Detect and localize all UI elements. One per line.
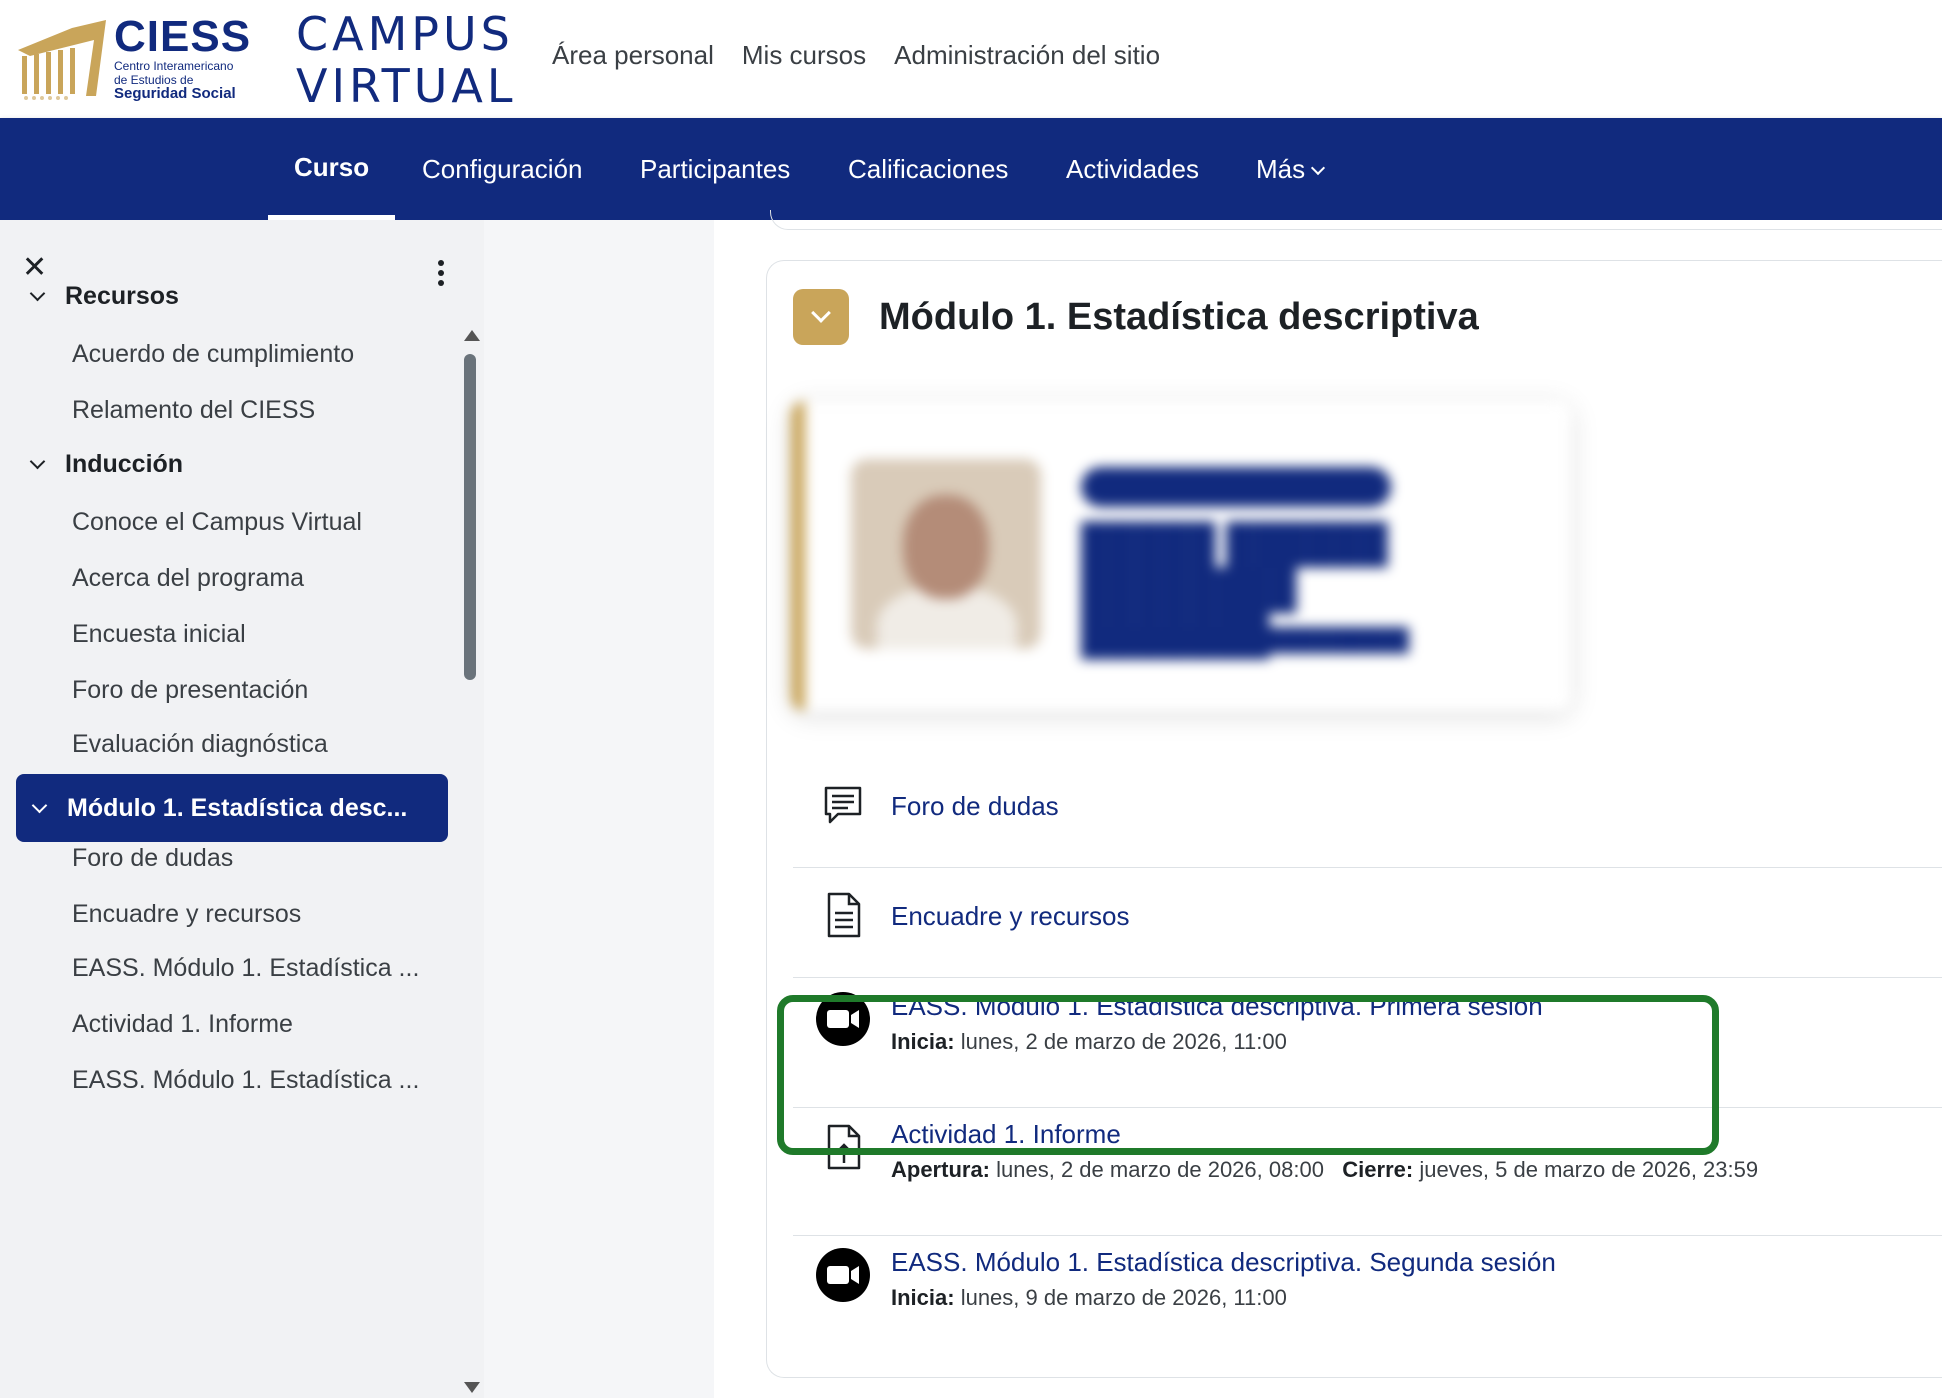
teacher-role-badge	[1081, 467, 1391, 507]
index-item-acuerdo[interactable]: Acuerdo de cumplimiento	[72, 340, 354, 369]
site-header: CIESS Centro Interamericano de Estudios …	[0, 0, 1942, 118]
activity-title[interactable]: Encuadre y recursos	[891, 901, 1129, 932]
course-index-drawer: ✕ Recursos Acuerdo de cumplimiento Relam…	[0, 220, 484, 1398]
close-icon[interactable]: ✕	[22, 250, 47, 285]
index-item-evaluacion-diagnostica[interactable]: Evaluación diagnóstica	[72, 730, 328, 759]
tab-actividades[interactable]: Actividades	[1066, 118, 1199, 220]
campus-virtual-logo[interactable]: CAMPUS VIRTUAL	[296, 7, 517, 113]
activity-title[interactable]: Foro de dudas	[891, 791, 1059, 822]
highlight-annotation-box	[777, 995, 1719, 1155]
scroll-up-arrow-icon[interactable]	[464, 330, 480, 341]
course-secondary-navigation: Curso Configuración Participantes Califi…	[0, 118, 1942, 220]
index-section-label: Recursos	[65, 282, 179, 310]
nav-administracion-sitio[interactable]: Administración del sitio	[894, 40, 1160, 71]
activity-title[interactable]: EASS. Módulo 1. Estadística descriptiva.…	[891, 1247, 1556, 1278]
index-item-acerca-programa[interactable]: Acerca del programa	[72, 564, 304, 593]
ciess-building-logo-icon	[18, 20, 106, 100]
page-icon	[815, 887, 871, 943]
campus-logo-line2: VIRTUAL	[296, 59, 517, 113]
course-content: Módulo 1. Estadística descriptiva █████ …	[714, 210, 1942, 1398]
teacher-photo	[851, 459, 1041, 649]
chevron-down-icon	[1311, 160, 1326, 176]
tab-curso[interactable]: Curso	[268, 118, 396, 220]
page-gutter	[484, 220, 714, 1398]
ciess-logo-name: CIESS	[114, 12, 252, 61]
index-item-eass-sesion-2[interactable]: EASS. Módulo 1. Estadística ...	[72, 1066, 419, 1095]
index-item-encuesta-inicial[interactable]: Encuesta inicial	[72, 620, 246, 649]
index-section-label: Módulo 1. Estadística desc...	[67, 793, 408, 822]
campus-logo-line1: CAMPUS	[296, 7, 514, 61]
chevron-down-icon	[29, 453, 46, 470]
index-section-modulo-1[interactable]: Módulo 1. Estadística desc...	[16, 774, 448, 842]
chevron-down-icon	[29, 285, 46, 302]
index-item-foro-presentacion[interactable]: Foro de presentación	[72, 676, 308, 705]
index-item-relamento[interactable]: Relamento del CIESS	[72, 396, 315, 425]
teacher-profile-link-blurred: ● ███ ██████ ██████████	[1081, 627, 1409, 652]
kebab-menu-icon[interactable]	[438, 260, 446, 288]
ciess-logo-text: CIESS Centro Interamericano de Estudios …	[114, 12, 252, 102]
index-item-encuadre-recursos[interactable]: Encuadre y recursos	[72, 900, 301, 929]
index-item-eass-sesion-1[interactable]: EASS. Módulo 1. Estadística ...	[72, 954, 419, 983]
scrollbar-thumb[interactable]	[464, 354, 476, 680]
index-item-actividad-1[interactable]: Actividad 1. Informe	[72, 1010, 293, 1039]
ciess-logo-sub1: Centro Interamericano	[114, 59, 234, 73]
tab-mas-label: Más	[1256, 154, 1306, 184]
index-section-label: Inducción	[65, 450, 184, 478]
ciess-logo[interactable]: CIESS Centro Interamericano de Estudios …	[12, 10, 252, 106]
nav-area-personal[interactable]: Área personal	[552, 40, 714, 71]
index-item-foro-dudas[interactable]: Foro de dudas	[72, 844, 233, 873]
tab-mas[interactable]: Más	[1256, 118, 1326, 220]
nav-mis-cursos[interactable]: Mis cursos	[742, 40, 866, 71]
index-item-conoce-campus[interactable]: Conoce el Campus Virtual	[72, 508, 362, 537]
section-card-modulo-1: Módulo 1. Estadística descriptiva █████ …	[766, 260, 1942, 1378]
drawer-scrollbar[interactable]	[462, 330, 480, 1398]
activity-dates: Inicia: lunes, 9 de marzo de 2026, 11:00	[891, 1285, 1287, 1310]
tab-calificaciones[interactable]: Calificaciones	[848, 118, 1008, 220]
activity-dates: Apertura: lunes, 2 de marzo de 2026, 08:…	[891, 1157, 1759, 1182]
primary-navigation: Área personal Mis cursos Administración …	[552, 40, 1160, 71]
section-title: Módulo 1. Estadística descriptiva	[879, 295, 1479, 338]
teacher-card-blurred: █████ ██████ ████████ ███████ ● ███ █████…	[791, 401, 1571, 711]
tab-participantes[interactable]: Participantes	[640, 118, 790, 220]
section-header: Módulo 1. Estadística descriptiva	[793, 289, 1479, 345]
chevron-down-icon	[811, 303, 831, 323]
ciess-logo-sub3: Seguridad Social	[114, 85, 236, 102]
collapse-section-button[interactable]	[793, 289, 849, 345]
scroll-down-arrow-icon[interactable]	[464, 1382, 480, 1393]
previous-section-card-edge	[770, 210, 1942, 230]
zoom-icon	[815, 1247, 871, 1303]
index-section-recursos[interactable]: Recursos	[29, 282, 179, 311]
chevron-down-icon	[31, 797, 48, 813]
tab-configuracion[interactable]: Configuración	[422, 118, 582, 220]
forum-icon	[815, 777, 871, 833]
index-section-induccion[interactable]: Inducción	[29, 450, 184, 479]
